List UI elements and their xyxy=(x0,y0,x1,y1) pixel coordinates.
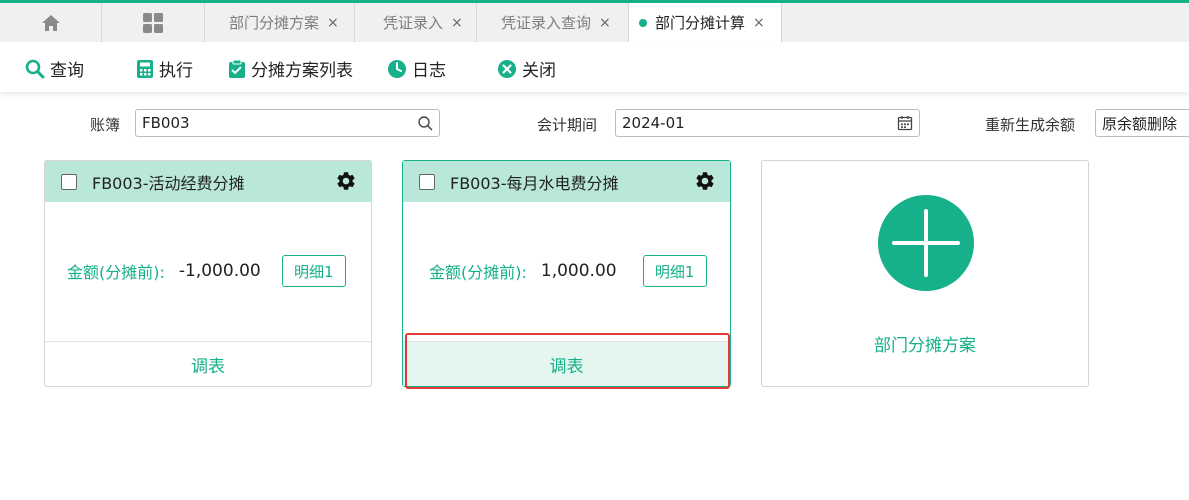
search-icon xyxy=(25,59,45,78)
card-header: FB003-活动经费分摊 xyxy=(45,161,371,202)
close-icon[interactable]: × xyxy=(451,15,463,31)
tab-dept-allocation-calc[interactable]: 部门分摊计算 × xyxy=(629,3,782,42)
add-allocation-plan-card[interactable]: 部门分摊方案 xyxy=(761,160,1089,387)
amount-label: 金额(分摊前): xyxy=(429,263,527,282)
detail-button[interactable]: 明细1 xyxy=(642,255,707,287)
amount-label: 金额(分摊前): xyxy=(67,263,165,282)
ledger-label: 账簿 xyxy=(90,116,121,134)
ledger-input[interactable]: FB003 xyxy=(135,109,440,137)
toolbar: 查询 执行 分摊方案列表 日志 关闭 xyxy=(0,42,1189,92)
regen-balance-label: 重新生成余额 xyxy=(985,116,1076,134)
gear-icon[interactable] xyxy=(335,170,357,192)
adjust-table-button[interactable]: 调表 xyxy=(45,341,371,386)
search-icon[interactable] xyxy=(417,115,433,131)
tab-label: 凭证录入 xyxy=(383,14,444,32)
close-icon[interactable]: × xyxy=(327,15,339,31)
allocation-card: FB003-活动经费分摊 金额(分摊前): -1,000.00 明细1 调表 xyxy=(44,160,372,387)
regen-balance-select[interactable]: 原余额删除 xyxy=(1095,109,1189,137)
tab-label: 凭证录入查询 xyxy=(501,14,592,32)
amount-row: 金额(分摊前): -1,000.00 明细1 xyxy=(45,255,371,287)
tab-bar: 部门分摊方案 × 凭证录入 × 凭证录入查询 × 部门分摊计算 × xyxy=(0,0,1189,42)
gear-icon[interactable] xyxy=(694,170,716,192)
calendar-icon[interactable] xyxy=(897,115,913,131)
log-button[interactable]: 日志 xyxy=(387,56,446,81)
card-header: FB003-每月水电费分摊 xyxy=(403,161,730,202)
regen-balance-value: 原余额删除 xyxy=(1102,114,1178,133)
clock-icon xyxy=(388,59,406,78)
ledger-value: FB003 xyxy=(142,114,190,132)
amount-value: 1,000.00 xyxy=(540,261,617,281)
tab-label: 部门分摊方案 xyxy=(229,14,320,32)
amount-row: 金额(分摊前): 1,000.00 明细1 xyxy=(403,255,730,287)
add-plan-label: 部门分摊方案 xyxy=(874,336,976,356)
close-button[interactable]: 关闭 xyxy=(497,56,556,81)
close-icon[interactable]: × xyxy=(599,15,611,31)
detail-button[interactable]: 明细1 xyxy=(281,255,346,287)
clipboard-icon xyxy=(229,59,245,78)
highlight-box xyxy=(405,333,730,389)
execute-button[interactable]: 执行 xyxy=(136,56,193,81)
apps-tab[interactable] xyxy=(102,3,205,42)
period-label: 会计期间 xyxy=(537,116,598,134)
period-value: 2024-01 xyxy=(622,114,685,132)
close-circle-icon xyxy=(498,59,516,78)
home-tab[interactable] xyxy=(0,3,102,42)
card-checkbox[interactable] xyxy=(61,173,77,190)
query-button[interactable]: 查询 xyxy=(25,56,84,81)
active-dot-icon xyxy=(639,18,647,27)
card-title: FB003-活动经费分摊 xyxy=(92,173,245,193)
home-icon xyxy=(41,14,60,31)
grid-icon xyxy=(143,12,163,33)
plus-icon[interactable] xyxy=(878,195,974,291)
amount-value: -1,000.00 xyxy=(178,261,261,281)
card-checkbox[interactable] xyxy=(419,173,435,190)
tab-dept-allocation-plan[interactable]: 部门分摊方案 × xyxy=(205,3,355,42)
tab-voucher-query[interactable]: 凭证录入查询 × xyxy=(477,3,629,42)
tab-voucher-entry[interactable]: 凭证录入 × xyxy=(355,3,477,42)
plan-list-button[interactable]: 分摊方案列表 xyxy=(228,56,353,81)
tab-label: 部门分摊计算 xyxy=(655,14,746,32)
card-title: FB003-每月水电费分摊 xyxy=(450,173,619,193)
close-icon[interactable]: × xyxy=(753,15,765,31)
calculator-icon xyxy=(137,59,153,78)
period-input[interactable]: 2024-01 xyxy=(615,109,920,137)
